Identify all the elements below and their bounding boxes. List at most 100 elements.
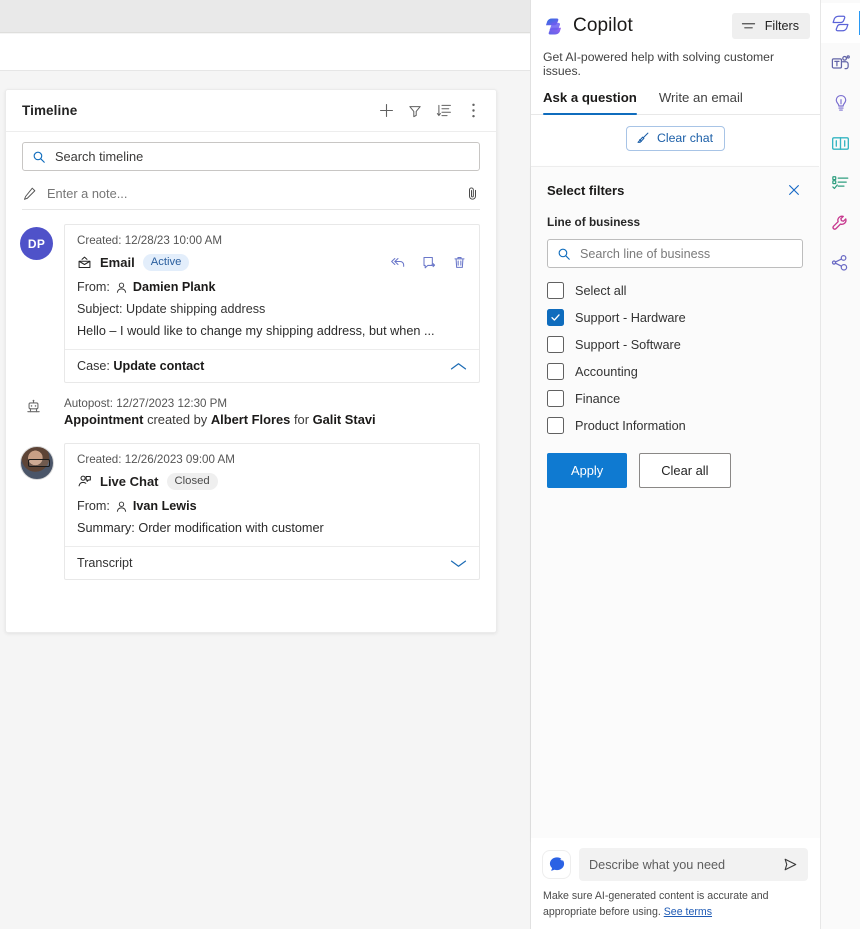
checkbox-label: Product Information (575, 418, 686, 433)
filter-panel-buttons: Apply Clear all (547, 453, 803, 488)
status-badge: Active (142, 254, 190, 271)
autopost-meta: Autopost: 12/27/2023 12:30 PM (64, 397, 228, 410)
checkbox-product-information[interactable]: Product Information (547, 417, 803, 434)
avatar-column (20, 443, 64, 580)
timeline-note-wrap: Enter a note... (6, 171, 496, 210)
timeline-title: Timeline (22, 103, 78, 118)
clear-chat-button[interactable]: Clear chat (625, 126, 726, 151)
checkbox-accounting[interactable]: Accounting (547, 363, 803, 380)
entry-transcript-footer[interactable]: Transcript (65, 546, 479, 579)
person-icon (115, 281, 128, 294)
close-icon[interactable] (785, 181, 803, 199)
case-label: Case: (77, 359, 110, 373)
copilot-subtitle: Get AI-powered help with solving custome… (543, 50, 774, 78)
idea-lightbulb-rail-icon[interactable] (821, 83, 860, 123)
checkbox-box (547, 417, 564, 434)
autopost-creator: Albert Flores (210, 412, 291, 427)
entry-subject-line: Subject: Update shipping address (77, 302, 266, 316)
delete-icon[interactable] (452, 255, 467, 270)
reply-all-icon[interactable] (389, 255, 406, 270)
timeline-entry-email[interactable]: DP Created: 12/28/23 10:00 AM Email Acti… (6, 218, 496, 383)
attachment-icon[interactable] (465, 186, 480, 201)
relationship-graph-rail-icon[interactable] (821, 243, 860, 283)
chevron-up-icon[interactable] (450, 361, 467, 372)
autopost-activity-type: Appointment (64, 412, 144, 427)
select-filters-panel: Select filters Line of business Search l… (531, 166, 819, 841)
sort-icon[interactable] (435, 102, 453, 120)
timeline-entry-live-chat[interactable]: Created: 12/26/2023 09:00 AM Live Chat C… (6, 437, 496, 580)
clear-all-button[interactable]: Clear all (639, 453, 731, 488)
copilot-header: Copilot Filters (531, 0, 820, 39)
app-root: Timeline Search timeline Enter a note...… (0, 0, 860, 929)
apply-button[interactable]: Apply (547, 453, 628, 488)
search-line-of-business-input[interactable]: Search line of business (547, 239, 803, 268)
knowledge-book-rail-icon[interactable] (821, 123, 860, 163)
checkbox-box (547, 282, 564, 299)
timeline-search-wrap: Search timeline (6, 132, 496, 171)
email-icon (77, 255, 92, 270)
checkbox-support-software[interactable]: Support - Software (547, 336, 803, 353)
see-terms-link[interactable]: See terms (664, 906, 712, 918)
composer-input[interactable]: Describe what you need (579, 848, 808, 882)
filters-button[interactable]: Filters (731, 13, 810, 39)
search-icon (557, 247, 571, 261)
forward-icon[interactable] (421, 255, 437, 270)
search-timeline-input[interactable]: Search timeline (22, 142, 480, 171)
checkbox-finance[interactable]: Finance (547, 390, 803, 407)
entry-from-line: From: Damien Plank (77, 280, 467, 294)
entry-summary-text: Summary: Order modification with custome… (77, 521, 324, 535)
send-icon[interactable] (783, 857, 798, 872)
timeline-entry-autopost[interactable]: Autopost: 12/27/2023 12:30 PM Appointmen… (6, 383, 496, 437)
copilot-rail-icon[interactable] (820, 3, 860, 43)
avatar-column: DP (20, 224, 64, 383)
wrench-tools-rail-icon[interactable] (821, 203, 860, 243)
entry-body: Created: 12/28/23 10:00 AM Email Active … (64, 224, 480, 383)
teams-rail-icon[interactable] (821, 43, 860, 83)
timeline-entry-list: DP Created: 12/28/23 10:00 AM Email Acti… (6, 210, 496, 580)
autopost-text: Appointment created by Albert Flores for… (64, 412, 480, 427)
composer-row: Describe what you need (543, 848, 808, 882)
entry-card-main: Created: 12/26/2023 09:00 AM Live Chat C… (65, 444, 479, 546)
checkbox-label: Accounting (575, 364, 638, 379)
checklist-rail-icon[interactable] (821, 163, 860, 203)
line-of-business-label: Line of business (547, 215, 641, 229)
entry-type-row: Email Active (77, 254, 467, 271)
transcript-label: Transcript (77, 556, 133, 570)
note-placeholder-text: Enter a note... (47, 185, 128, 201)
timeline-card: Timeline Search timeline Enter a note...… (5, 89, 497, 633)
from-name: Ivan Lewis (132, 499, 197, 513)
filter-lines-icon (741, 20, 756, 33)
checkbox-label: Select all (575, 283, 627, 298)
copilot-tabs: Ask a question Write an email (531, 78, 820, 115)
tab-write-an-email[interactable]: Write an email (659, 90, 743, 114)
entry-case-footer[interactable]: Case: Update contact (65, 349, 479, 382)
filter-panel-header: Select filters (547, 181, 803, 199)
clear-chat-label: Clear chat (656, 131, 714, 145)
entry-created-meta: Created: 12/26/2023 09:00 AM (77, 453, 235, 466)
checkbox-label: Support - Hardware (575, 310, 686, 325)
filter-icon[interactable] (406, 102, 424, 120)
more-options-icon[interactable] (464, 102, 482, 120)
case-footer-text: Case: Update contact (77, 359, 450, 373)
entry-card-main: Created: 12/28/23 10:00 AM Email Active … (65, 225, 479, 349)
chevron-down-icon[interactable] (450, 558, 467, 569)
avatar (20, 446, 54, 480)
timeline-header-actions (377, 102, 482, 120)
copilot-composer: Describe what you need Make sure AI-gene… (531, 838, 820, 929)
clear-chat-row: Clear chat (531, 115, 820, 151)
checkbox-select-all[interactable]: Select all (547, 282, 803, 299)
checkbox-support-hardware[interactable]: Support - Hardware (547, 309, 803, 326)
tab-ask-a-question[interactable]: Ask a question (543, 90, 637, 115)
from-label: From: (77, 280, 110, 294)
add-icon[interactable] (377, 102, 395, 120)
broom-icon (636, 131, 650, 145)
filter-options-list: Select all Support - Hardware Support - … (547, 282, 803, 434)
email-action-buttons (389, 255, 467, 270)
note-row[interactable]: Enter a note... (22, 177, 480, 210)
filters-button-label: Filters (764, 19, 799, 33)
entry-preview-text: Hello – I would like to change my shippi… (77, 324, 435, 338)
from-label: From: (77, 499, 110, 513)
disclaimer-text: Make sure AI-generated content is accura… (543, 890, 769, 918)
pencil-icon (22, 186, 37, 201)
autopost-conn-2: for (290, 412, 313, 427)
